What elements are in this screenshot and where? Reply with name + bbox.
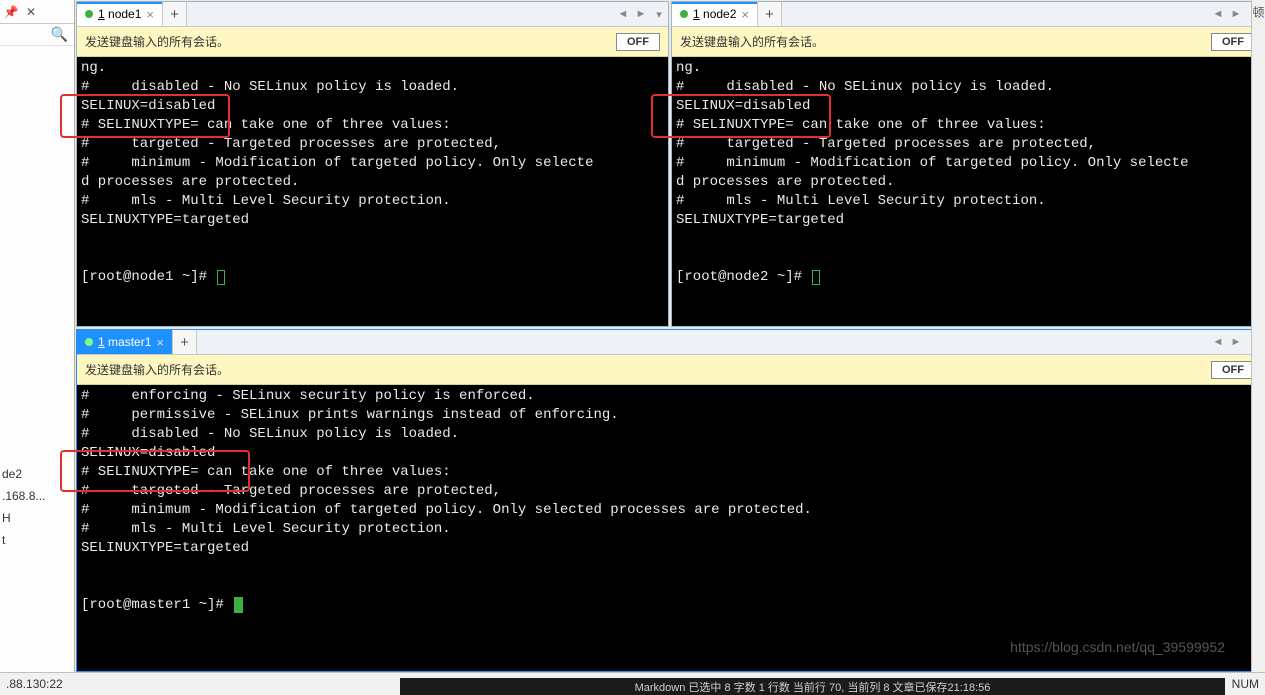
- pin-icon[interactable]: 📌: [4, 5, 18, 19]
- tabstrip-node1: 1 node1 × + ◄ ► ▾: [77, 2, 668, 27]
- broadcast-text: 发送键盘输入的所有会话。: [85, 33, 608, 50]
- markdown-statusbar: Markdown 已选中 8 字数 1 行数 当前行 70, 当前列 8 文章已…: [400, 678, 1225, 695]
- left-sidebar: 📌 ✕ 🔍: [0, 0, 75, 672]
- status-dot-icon: [85, 10, 93, 18]
- tab-label: 1 node1: [98, 7, 141, 21]
- sidebar-toolbar: 📌 ✕: [0, 0, 74, 24]
- tab-add-button[interactable]: +: [163, 2, 187, 26]
- pane-master1: 1 master1 × + ◄ ► ▾ 发送键盘输入的所有会话。 OFF: [76, 329, 1264, 672]
- tab-close-icon[interactable]: ×: [156, 335, 164, 350]
- tabstrip-master1: 1 master1 × + ◄ ► ▾: [77, 330, 1263, 355]
- tab-next-icon[interactable]: ►: [1227, 330, 1245, 354]
- tab-master1[interactable]: 1 master1 ×: [77, 330, 173, 354]
- terminal-node1[interactable]: ng. # disabled - No SELinux policy is lo…: [77, 57, 668, 326]
- broadcast-bar: 发送键盘输入的所有会话。 OFF: [672, 27, 1263, 57]
- tab-close-icon[interactable]: ×: [146, 7, 154, 22]
- broadcast-off-button[interactable]: OFF: [1211, 361, 1255, 379]
- broadcast-bar: 发送键盘输入的所有会话。 OFF: [77, 27, 668, 57]
- tab-node1[interactable]: 1 node1 ×: [77, 2, 163, 26]
- tabstrip-node2: 1 node2 × + ◄ ► ▾: [672, 2, 1263, 27]
- search-icon: 🔍: [51, 26, 68, 43]
- tab-add-button[interactable]: +: [173, 330, 197, 354]
- broadcast-text: 发送键盘输入的所有会话。: [680, 33, 1203, 50]
- right-gutter: 顿: [1251, 0, 1265, 672]
- tab-add-button[interactable]: +: [758, 2, 782, 26]
- terminal-node2[interactable]: ng. # disabled - No SELinux policy is lo…: [672, 57, 1263, 326]
- tab-close-icon[interactable]: ×: [741, 7, 749, 22]
- list-item[interactable]: de2: [0, 463, 75, 485]
- broadcast-text: 发送键盘输入的所有会话。: [85, 361, 1203, 378]
- tab-nav: ◄ ► ▾: [614, 2, 668, 26]
- tab-label: 1 node2: [693, 7, 736, 21]
- pane-node1: 1 node1 × + ◄ ► ▾ 发送键盘输入的所有会话。 OFF: [76, 1, 669, 327]
- sidebar-body: [0, 46, 74, 672]
- sidebar-session-list: de2 .168.8... H t: [0, 463, 75, 551]
- tab-next-icon[interactable]: ►: [632, 2, 650, 26]
- tab-prev-icon[interactable]: ◄: [614, 2, 632, 26]
- status-dot-icon: [85, 338, 93, 346]
- broadcast-off-button[interactable]: OFF: [616, 33, 660, 51]
- list-item[interactable]: .168.8...: [0, 485, 75, 507]
- status-num: NUM: [1232, 677, 1259, 691]
- list-item[interactable]: H: [0, 507, 75, 529]
- broadcast-off-button[interactable]: OFF: [1211, 33, 1255, 51]
- tab-prev-icon[interactable]: ◄: [1209, 330, 1227, 354]
- list-item[interactable]: t: [0, 529, 75, 551]
- tab-label: 1 master1: [98, 335, 151, 349]
- sidebar-search[interactable]: 🔍: [0, 24, 74, 46]
- watermark: https://blog.csdn.net/qq_39599952: [1010, 639, 1225, 655]
- tab-menu-icon[interactable]: ▾: [650, 2, 668, 26]
- broadcast-bar: 发送键盘输入的所有会话。 OFF: [77, 355, 1263, 385]
- terminal-master1[interactable]: # enforcing - SELinux security policy is…: [77, 385, 1263, 671]
- sidebar-close-icon[interactable]: ✕: [24, 5, 38, 19]
- tab-prev-icon[interactable]: ◄: [1209, 2, 1227, 26]
- tab-next-icon[interactable]: ►: [1227, 2, 1245, 26]
- pane-node2: 1 node2 × + ◄ ► ▾ 发送键盘输入的所有会话。 OFF: [671, 1, 1264, 327]
- status-dot-icon: [680, 10, 688, 18]
- tab-node2[interactable]: 1 node2 ×: [672, 2, 758, 26]
